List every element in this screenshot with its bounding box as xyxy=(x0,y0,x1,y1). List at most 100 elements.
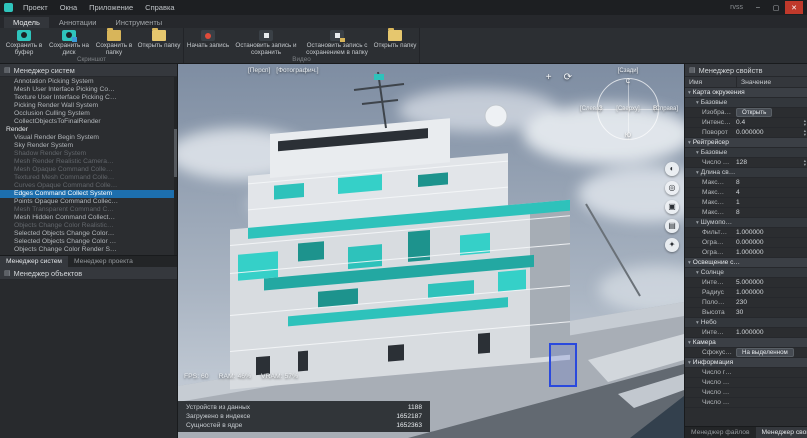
effects-icon[interactable]: ✦ xyxy=(665,238,679,252)
ribbon-button[interactable]: Сохранить в буфер xyxy=(2,29,46,56)
tree-scrollbar-thumb[interactable] xyxy=(174,129,177,177)
stepper[interactable]: ▴ ▾ xyxy=(804,128,806,137)
orbit-icon[interactable]: ⟳ xyxy=(564,72,572,83)
tree-item[interactable]: Textured Mesh Command Colle… xyxy=(0,174,177,182)
prop-value[interactable]: 1 xyxy=(732,199,807,206)
viewport-mode-1[interactable]: [Фотографич.] xyxy=(276,67,318,74)
list-icon: ▤ xyxy=(689,67,696,74)
prop-value[interactable]: 1.000000 xyxy=(732,249,807,256)
tree-item[interactable]: Points Opaque Command Collec… xyxy=(0,198,177,206)
ribbon-tab-1[interactable]: Аннотации xyxy=(50,17,106,28)
tree-item[interactable]: Mesh Transparent Command C… xyxy=(0,206,177,214)
prop-value[interactable]: 8 xyxy=(732,209,807,216)
left-tab-1[interactable]: Менеджер проекта xyxy=(68,256,139,267)
prop-group[interactable]: ▾ Камера xyxy=(685,338,807,348)
prop-value-button[interactable]: На выделенном xyxy=(736,348,794,357)
prop-value[interactable]: 8 xyxy=(732,179,807,186)
ribbon-button[interactable]: Остановить запись и сохранить xyxy=(231,29,301,56)
tree-item[interactable]: Selected Objects Change Color… xyxy=(0,230,177,238)
prop-sub[interactable]: ▾ Небо xyxy=(685,318,807,328)
prop-group[interactable]: ▾ Освещение с… xyxy=(685,258,807,268)
stepper-down-icon[interactable]: ▾ xyxy=(804,122,806,127)
stepper-down-icon[interactable]: ▾ xyxy=(804,162,806,167)
prop-sub[interactable]: ▾ Солнце xyxy=(685,268,807,278)
stepper-down-icon[interactable]: ▾ xyxy=(804,132,806,137)
close-button[interactable]: ✕ xyxy=(785,1,803,14)
tree-item[interactable]: Mesh Hidden Command Collect… xyxy=(0,214,177,222)
ribbon-button[interactable]: Открыть папку xyxy=(373,28,417,56)
prop-value[interactable]: 230 xyxy=(732,299,807,306)
material-sphere-icon[interactable]: ◐ xyxy=(665,162,679,176)
prop-value[interactable]: 1.000000 xyxy=(732,289,807,296)
tree-item[interactable]: Objects Change Color Realistic… xyxy=(0,222,177,230)
prop-value[interactable]: 1.000000 xyxy=(732,329,807,336)
camera-disk-icon xyxy=(62,30,77,42)
tree-item[interactable]: Occlusion Culling System xyxy=(0,110,177,118)
compass-label-top-view[interactable]: [Сверху] xyxy=(616,106,639,112)
menu-item-0[interactable]: Проект xyxy=(17,2,54,13)
prop-sub[interactable]: ▾ Шумопо… xyxy=(685,218,807,228)
prop-value[interactable]: 128 xyxy=(732,159,804,166)
prop-value[interactable]: 4 xyxy=(732,189,807,196)
tree-scrollbar[interactable] xyxy=(174,77,177,255)
maximize-button[interactable]: ▢ xyxy=(767,1,785,14)
prop-sub[interactable]: ▾ Базовые xyxy=(685,98,807,108)
prop-value[interactable]: 5.000000 xyxy=(732,279,807,286)
navigation-compass[interactable]: [Сзади] [Слева] [Сверху] [Справа] С Ю З … xyxy=(580,68,678,149)
layers-icon[interactable]: ▤ xyxy=(665,219,679,233)
ribbon-button[interactable]: Начать запись xyxy=(186,29,230,56)
prop-sub[interactable]: ▾ Базовые xyxy=(685,148,807,158)
ribbon-button[interactable]: Сохранить на диск xyxy=(47,29,91,56)
prop-group[interactable]: ▾ Карта окружения xyxy=(685,88,807,98)
tree-item[interactable]: Mesh User Interface Picking Co… xyxy=(0,86,177,94)
prop-value[interactable]: 0.4 xyxy=(732,119,804,126)
tree-item[interactable]: Shadow Render System xyxy=(0,150,177,158)
right-tab-0[interactable]: Менеджер файлов xyxy=(685,427,756,438)
prop-group[interactable]: ▾ Рейтрейсер xyxy=(685,138,807,148)
tree-item[interactable]: Mesh Opaque Command Colle… xyxy=(0,166,177,174)
prop-value[interactable]: 30 xyxy=(732,309,807,316)
prop-value-button[interactable]: Открыть xyxy=(736,108,773,117)
compass-label-left[interactable]: [Слева] xyxy=(580,106,601,112)
tree-item[interactable]: Sky Render System xyxy=(0,142,177,150)
render-sphere-icon[interactable]: ◎ xyxy=(665,181,679,195)
prop-sub[interactable]: ▾ Длина св… xyxy=(685,168,807,178)
tree-item[interactable]: CollectObjectsToFinalRender xyxy=(0,118,177,126)
tree-item[interactable]: Edges Command Collect System xyxy=(0,190,177,198)
prop-value[interactable]: 1.000000 xyxy=(732,229,807,236)
objects-panel-header[interactable]: ▤ Менеджер объектов xyxy=(0,267,177,280)
menu-item-2[interactable]: Приложение xyxy=(83,2,139,13)
right-tab-1[interactable]: Менеджер свойств xyxy=(755,427,807,438)
tree-item[interactable]: Mesh Render Realistic Camera… xyxy=(0,158,177,166)
prop-value[interactable]: 0.000000 xyxy=(732,239,807,246)
tree-item[interactable]: Picking Render Wall System xyxy=(0,102,177,110)
compass-label-back[interactable]: [Сзади] xyxy=(618,68,639,74)
minimize-button[interactable]: – xyxy=(749,1,767,14)
menu-item-1[interactable]: Окна xyxy=(54,2,83,13)
prop-value[interactable]: 0.000000 xyxy=(732,129,804,136)
left-tab-0[interactable]: Менеджер систем xyxy=(0,256,69,267)
ribbon-tab-0[interactable]: Модель xyxy=(4,17,49,28)
stepper[interactable]: ▴ ▾ xyxy=(804,158,806,167)
camera-icon[interactable]: ▣ xyxy=(665,200,679,214)
ribbon-button[interactable]: Открыть папку xyxy=(137,28,181,56)
tree-item[interactable]: Visual Render Begin System xyxy=(0,134,177,142)
viewport-mode-0[interactable]: [Персп] xyxy=(248,67,270,74)
tree-item[interactable]: Selected Objects Change Color … xyxy=(0,238,177,246)
tree-item[interactable]: Objects Change Color Render S… xyxy=(0,246,177,254)
tree-item[interactable]: Annotation Picking System xyxy=(0,78,177,86)
prop-group-label: Информация xyxy=(692,359,734,366)
crosshair-icon[interactable]: + xyxy=(546,72,552,83)
menu-item-3[interactable]: Справка xyxy=(139,2,180,13)
ribbon-tab-2[interactable]: Инструменты xyxy=(106,17,171,28)
stepper[interactable]: ▴ ▾ xyxy=(804,118,806,127)
tree-item[interactable]: Curves Opaque Command Colle… xyxy=(0,182,177,190)
ribbon-button[interactable]: Остановить запись с сохранением в папку xyxy=(302,29,372,56)
prop-group[interactable]: ▾ Информация xyxy=(685,358,807,368)
tree-item[interactable]: Render xyxy=(0,126,177,134)
tree-item[interactable]: Texture User Interface Picking C… xyxy=(0,94,177,102)
compass-label-right[interactable]: [Справа] xyxy=(654,106,678,112)
ribbon-button[interactable]: Сохранить в папку xyxy=(92,28,136,56)
chevron-down-icon: ▾ xyxy=(696,319,699,326)
viewport[interactable]: [Персп] [Фотографич.] + ⟳ [Сзади] [Слева] … xyxy=(178,64,684,438)
